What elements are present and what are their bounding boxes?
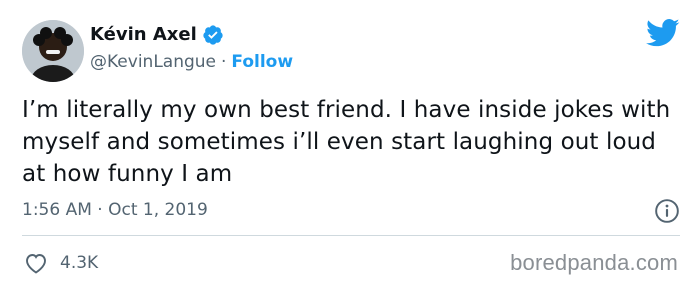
twitter-bird-icon[interactable] bbox=[646, 18, 680, 48]
like-action[interactable]: 4.3K bbox=[24, 252, 98, 274]
divider bbox=[22, 235, 680, 236]
tweet-text: I’m literally my own best friend. I have… bbox=[22, 97, 671, 187]
verified-badge-icon bbox=[202, 24, 224, 46]
author-name[interactable]: Kévin Axel bbox=[90, 24, 197, 46]
heart-icon[interactable] bbox=[24, 252, 48, 274]
author-row: Kévin Axel bbox=[90, 24, 224, 46]
tweet-timestamp[interactable]: 1:56 AM · Oct 1, 2019 bbox=[22, 199, 208, 221]
avatar[interactable] bbox=[22, 20, 84, 82]
separator-dot: · bbox=[221, 52, 227, 72]
info-icon[interactable] bbox=[654, 198, 680, 224]
likes-count: 4.3K bbox=[60, 253, 99, 273]
handle-row: @KevinLangue · Follow bbox=[90, 52, 293, 72]
watermark: boredpanda.com bbox=[510, 250, 678, 275]
author-handle[interactable]: @KevinLangue bbox=[90, 52, 216, 72]
follow-button[interactable]: Follow bbox=[231, 52, 293, 72]
